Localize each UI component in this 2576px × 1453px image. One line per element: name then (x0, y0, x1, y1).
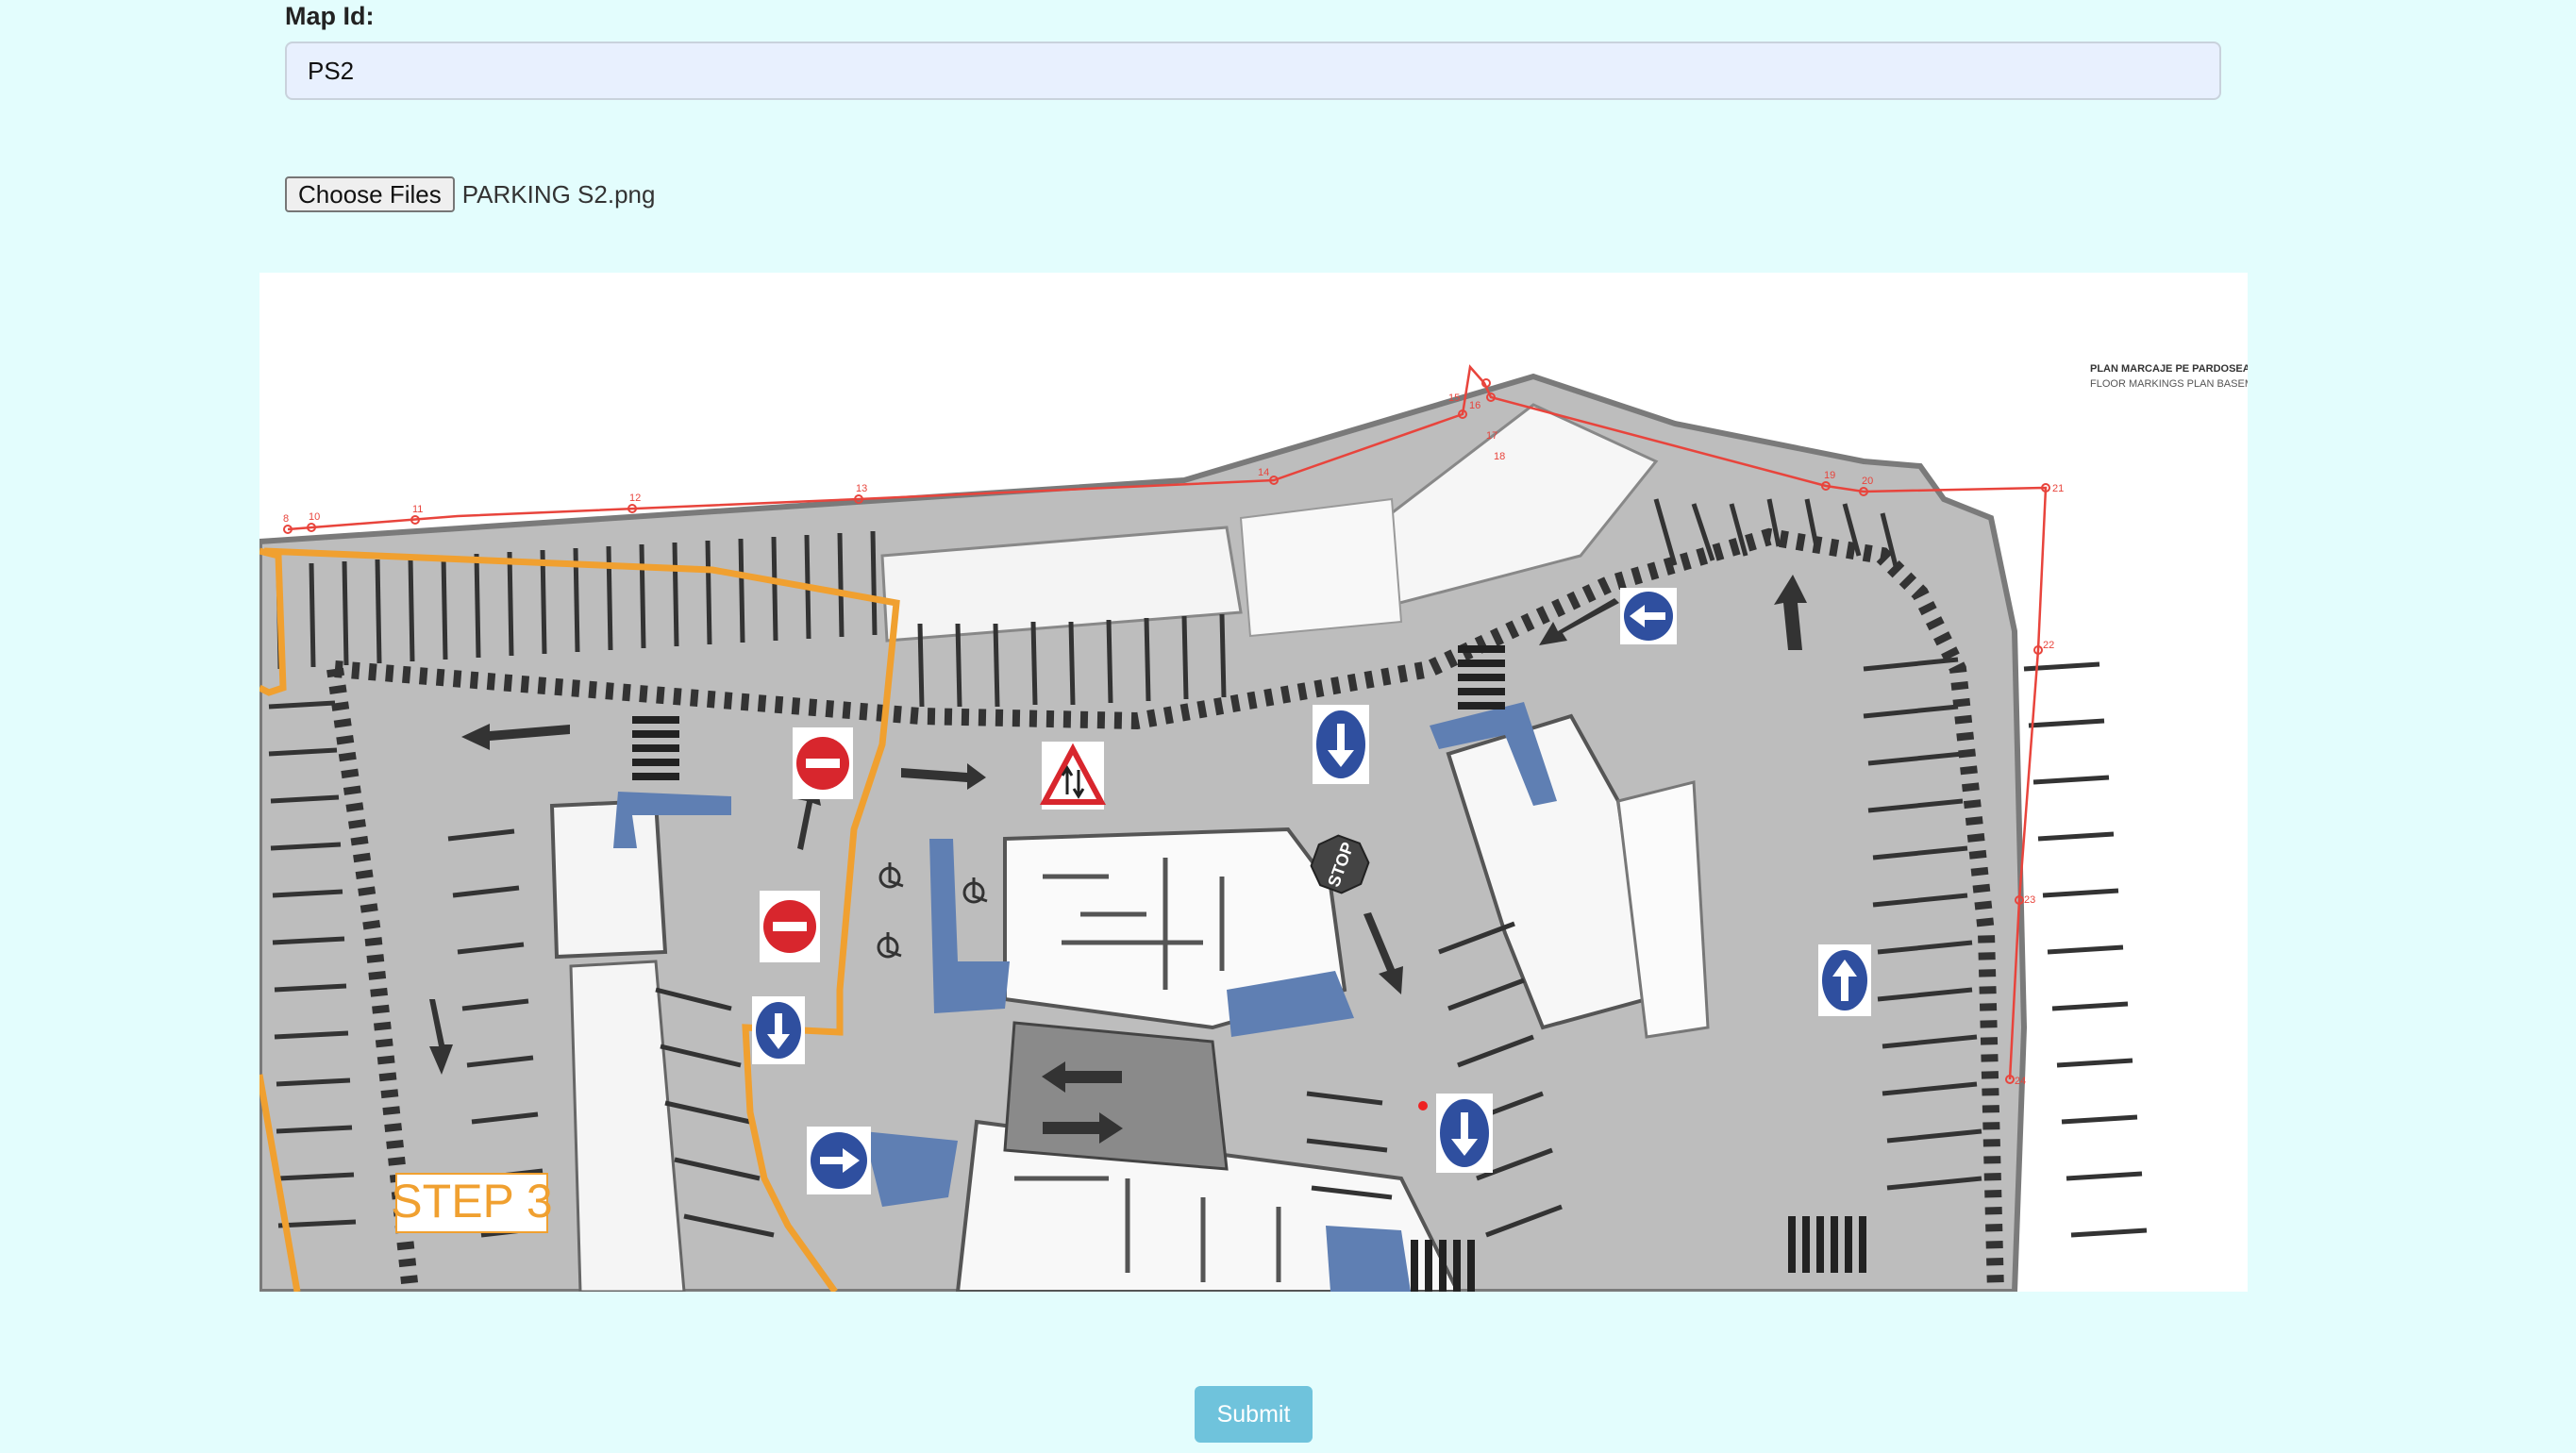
mandatory-left-arrow-sign-icon (1620, 588, 1677, 644)
step-3-label: STEP 3 (391, 1175, 552, 1228)
plan-title-en: FLOOR MARKINGS PLAN BASEM (2090, 378, 2248, 390)
mandatory-down-arrow-sign-icon (1436, 1094, 1493, 1173)
survey-label: 8 (283, 513, 289, 525)
survey-label: 10 (309, 511, 320, 523)
survey-label: 20 (1862, 476, 1873, 487)
selected-file-name: PARKING S2.png (461, 179, 656, 209)
survey-label: 22 (2043, 640, 2054, 651)
no-entry-sign-icon (760, 891, 820, 962)
survey-label: 17 (1486, 430, 1497, 442)
no-entry-sign-icon (793, 727, 853, 799)
mandatory-down-arrow-sign-icon (752, 996, 805, 1064)
survey-label: 16 (1469, 400, 1480, 411)
survey-label: 12 (629, 493, 641, 504)
survey-label: 23 (2024, 894, 2035, 906)
survey-label: 18 (1494, 451, 1505, 462)
choose-files-button[interactable]: Choose Files (285, 176, 455, 212)
survey-label: 21 (2052, 483, 2064, 494)
survey-label: 24 (2015, 1076, 2026, 1087)
plan-title-ro: PLAN MARCAJE PE PARDOSEALA (2090, 363, 2248, 375)
map-id-label: Map Id: (285, 2, 375, 30)
mandatory-up-arrow-sign-icon (1818, 944, 1871, 1016)
map-id-input[interactable] (285, 42, 2221, 100)
file-picker: Choose Files PARKING S2.png (285, 175, 655, 213)
survey-label: 19 (1824, 470, 1835, 481)
two-way-traffic-warning-icon (1039, 742, 1107, 810)
parking-map-preview: 8 10 11 12 13 14 15 16 17 18 19 20 21 22… (259, 273, 2248, 1292)
survey-label: 14 (1258, 467, 1269, 478)
submit-button[interactable]: Submit (1195, 1386, 1313, 1443)
survey-label: 15 (1448, 392, 1460, 404)
survey-label: 11 (412, 504, 423, 515)
survey-label: 13 (856, 483, 867, 494)
mandatory-down-arrow-sign-icon (1313, 705, 1369, 784)
mandatory-right-arrow-sign-icon (807, 1127, 871, 1194)
